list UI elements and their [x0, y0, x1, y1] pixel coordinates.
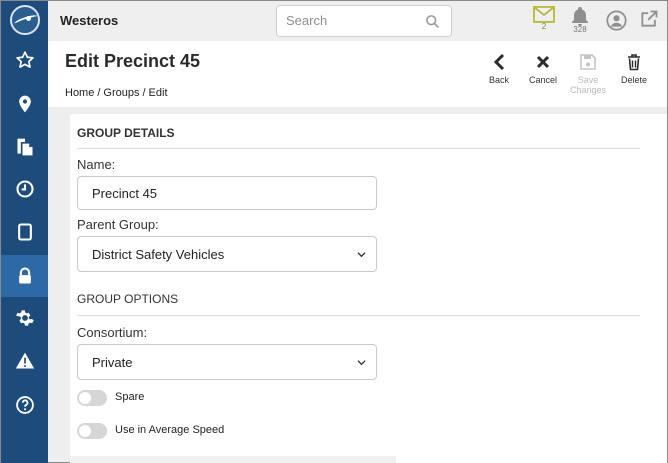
- save-label-line1: Save: [577, 75, 599, 85]
- consortium-label: Consortium:: [77, 325, 148, 340]
- group-details-heading: GROUP DETAILS: [77, 126, 175, 140]
- cancel-button[interactable]: Cancel: [520, 53, 566, 85]
- parent-group-label: Parent Group:: [77, 217, 159, 232]
- page-header: Edit Precinct 45 Home / Groups / Edit Back C…: [48, 41, 667, 107]
- name-value: Precinct 45: [92, 186, 158, 201]
- breadcrumb-current: Edit: [148, 87, 168, 99]
- sidebar-item-help[interactable]: [1, 384, 48, 426]
- trash-icon: [628, 54, 640, 71]
- delete-label: Delete: [620, 75, 647, 85]
- save-changes-button[interactable]: Save Changes: [565, 53, 611, 95]
- back-button[interactable]: Back: [476, 53, 522, 85]
- average-speed-label: Use in Average Speed: [115, 424, 225, 436]
- parent-group-select[interactable]: District Safety Vehicles: [77, 236, 377, 272]
- warning-icon: [15, 352, 34, 369]
- star-icon: [15, 51, 34, 68]
- page-title: Edit Precinct 45: [65, 51, 201, 71]
- close-icon: [536, 55, 550, 69]
- chevron-down-icon: [357, 252, 366, 258]
- external-link-button[interactable]: [637, 9, 661, 37]
- breadcrumb-separator: /: [142, 87, 146, 99]
- spare-label: Spare: [115, 391, 145, 403]
- envelope-icon: [533, 6, 555, 23]
- messages-button[interactable]: 2: [532, 6, 556, 34]
- notifications-count: 328: [573, 25, 587, 34]
- name-label: Name:: [77, 157, 116, 172]
- spare-toggle[interactable]: [77, 390, 107, 406]
- breadcrumb: Home / Groups / Edit: [65, 87, 171, 99]
- divider: [77, 148, 640, 149]
- clock-icon: [15, 180, 34, 198]
- sidebar: [1, 1, 48, 463]
- parent-group-value: District Safety Vehicles: [92, 247, 225, 262]
- gear-icon: [15, 310, 34, 326]
- user-menu-button[interactable]: [604, 10, 628, 38]
- search-icon[interactable]: [425, 14, 440, 29]
- breadcrumb-separator: /: [97, 87, 101, 99]
- help-icon: [15, 396, 34, 414]
- cancel-label: Cancel: [528, 75, 557, 85]
- notifications-button[interactable]: 328: [567, 6, 593, 34]
- name-input[interactable]: Precinct 45: [77, 176, 377, 210]
- documents-icon: [17, 138, 32, 156]
- edit-group-panel: GROUP DETAILS Name: Precinct 45 Parent G…: [70, 114, 667, 463]
- messages-count: 2: [541, 22, 547, 31]
- sidebar-item-history[interactable]: [1, 168, 48, 210]
- sidebar-item-alerts[interactable]: [1, 340, 48, 382]
- app-name: Westeros: [60, 13, 119, 28]
- sidebar-item-security[interactable]: [1, 255, 48, 297]
- sidebar-item-settings[interactable]: [1, 297, 48, 339]
- bell-icon: [572, 7, 588, 26]
- group-options-heading: GROUP OPTIONS: [77, 292, 179, 306]
- chevron-down-icon: [357, 360, 366, 366]
- breadcrumb-groups[interactable]: Groups: [103, 87, 139, 99]
- scroll-area-edge: [70, 456, 396, 463]
- tablet-icon: [17, 223, 32, 241]
- divider: [77, 315, 640, 316]
- breadcrumb-home[interactable]: Home: [65, 87, 94, 99]
- back-label: Back: [488, 75, 509, 85]
- lock-icon: [18, 267, 31, 284]
- consortium-select[interactable]: Private: [77, 344, 377, 380]
- logo-dot: [26, 16, 31, 21]
- sidebar-item-locations[interactable]: [1, 83, 48, 125]
- search-input[interactable]: [286, 13, 416, 28]
- search-box: [276, 5, 452, 37]
- delete-button[interactable]: Delete: [611, 53, 657, 85]
- external-link-icon: [641, 10, 658, 27]
- top-bar: Westeros 2 328: [48, 1, 667, 41]
- average-speed-toggle[interactable]: [77, 423, 107, 439]
- sidebar-item-reports[interactable]: [1, 126, 48, 168]
- user-avatar-icon: [605, 10, 627, 31]
- save-icon: [580, 54, 596, 70]
- sidebar-item-favorites[interactable]: [1, 39, 48, 81]
- app-logo[interactable]: [10, 5, 40, 35]
- save-label-line2: Changes: [569, 85, 607, 95]
- chevron-left-icon: [493, 53, 505, 71]
- consortium-value: Private: [92, 355, 133, 370]
- map-pin-icon: [18, 95, 31, 113]
- sidebar-item-devices[interactable]: [1, 211, 48, 253]
